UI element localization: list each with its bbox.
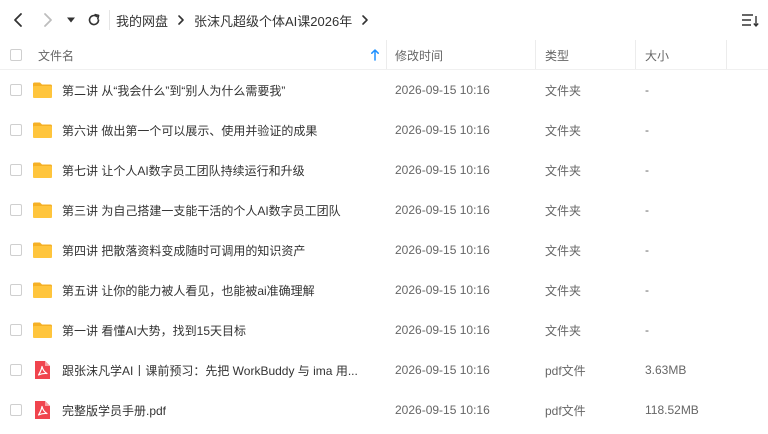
modified-time: 2026-09-15 10:16	[395, 403, 490, 417]
file-row-folder[interactable]: 第七讲 让个人AI数字员工团队持续运行和升级 2026-09-15 10:16 文件…	[0, 150, 768, 190]
toolbar: 我的网盘 张沫凡超级个体AI课2026年	[0, 0, 768, 40]
column-divider[interactable]	[386, 40, 387, 70]
modified-time: 2026-09-15 10:16	[395, 203, 490, 217]
file-name[interactable]: 第三讲 为自己搭建一支能干活的个人AI数字员工团队	[62, 190, 380, 230]
file-name[interactable]: 第五讲 让你的能力被人看见，也能被ai准确理解	[62, 270, 380, 310]
row-checkbox[interactable]	[10, 284, 22, 296]
folder-icon	[32, 120, 53, 140]
column-divider[interactable]	[535, 40, 536, 70]
row-checkbox[interactable]	[10, 204, 22, 216]
file-type: 文件夹	[545, 83, 582, 98]
file-row-folder[interactable]: 第六讲 做出第一个可以展示、使用并验证的成果 2026-09-15 10:16 文件…	[0, 110, 768, 150]
file-type: pdf文件	[545, 363, 586, 378]
column-size-header[interactable]: 大小	[645, 40, 669, 70]
breadcrumb-item-root[interactable]: 我的网盘	[116, 11, 168, 30]
row-checkbox[interactable]	[10, 164, 22, 176]
modified-time: 2026-09-15 10:16	[395, 243, 490, 257]
view-mode-button[interactable]	[740, 10, 760, 30]
file-type: 文件夹	[545, 123, 582, 138]
column-modified-header[interactable]: 修改时间	[395, 40, 443, 70]
list-sort-icon	[742, 14, 759, 28]
modified-time: 2026-09-15 10:16	[395, 163, 490, 177]
refresh-icon	[88, 13, 100, 26]
file-type: 文件夹	[545, 283, 582, 298]
modified-time: 2026-09-15 10:16	[395, 283, 490, 297]
file-row-folder[interactable]: 第二讲 从“我会什么”到“别人为什么需要我” 2026-09-15 10:16 文件…	[0, 70, 768, 110]
file-size: -	[645, 243, 649, 257]
column-type-header[interactable]: 类型	[545, 40, 569, 70]
file-size: -	[645, 163, 649, 177]
chevron-right-icon	[177, 14, 185, 26]
file-row-folder[interactable]: 第五讲 让你的能力被人看见，也能被ai准确理解 2026-09-15 10:16 文…	[0, 270, 768, 310]
back-button[interactable]	[6, 8, 30, 32]
row-checkbox[interactable]	[10, 244, 22, 256]
file-name[interactable]: 跟张沫凡学AI丨课前预习：先把 WorkBuddy 与 ima 用...	[62, 350, 380, 390]
breadcrumb: 我的网盘 张沫凡超级个体AI课2026年	[116, 0, 378, 40]
file-size: -	[645, 123, 649, 137]
file-size: -	[645, 83, 649, 97]
file-type: pdf文件	[545, 403, 586, 418]
history-dropdown-button[interactable]	[62, 8, 80, 32]
file-name[interactable]: 第四讲 把散落资料变成随时可调用的知识资产	[62, 230, 380, 270]
column-divider[interactable]	[635, 40, 636, 70]
refresh-button[interactable]	[82, 8, 106, 32]
sort-ascending-icon[interactable]	[370, 40, 380, 70]
file-name[interactable]: 第六讲 做出第一个可以展示、使用并验证的成果	[62, 110, 380, 150]
chevron-left-icon	[14, 13, 22, 27]
select-all-checkbox[interactable]	[10, 49, 22, 61]
file-name[interactable]: 第一讲 看懂AI大势，找到15天目标	[62, 310, 380, 350]
file-size: 118.52MB	[645, 403, 699, 417]
file-size: -	[645, 283, 649, 297]
modified-time: 2026-09-15 10:16	[395, 123, 490, 137]
file-type: 文件夹	[545, 243, 582, 258]
column-divider[interactable]	[726, 40, 727, 70]
file-size: -	[645, 323, 649, 337]
file-type: 文件夹	[545, 203, 582, 218]
file-name[interactable]: 第二讲 从“我会什么”到“别人为什么需要我”	[62, 70, 380, 110]
file-size: -	[645, 203, 649, 217]
file-row-folder[interactable]: 第一讲 看懂AI大势，找到15天目标 2026-09-15 10:16 文件夹 -	[0, 310, 768, 350]
caret-down-icon	[67, 17, 75, 23]
folder-icon	[32, 280, 53, 300]
chevron-right-icon	[361, 14, 369, 26]
column-name-header[interactable]: 文件名	[38, 40, 74, 70]
folder-icon	[32, 160, 53, 180]
folder-icon	[32, 80, 53, 100]
file-type: 文件夹	[545, 163, 582, 178]
file-row-folder[interactable]: 第三讲 为自己搭建一支能干活的个人AI数字员工团队 2026-09-15 10:1…	[0, 190, 768, 230]
file-name[interactable]: 第七讲 让个人AI数字员工团队持续运行和升级	[62, 150, 380, 190]
file-name[interactable]: 完整版学员手册.pdf	[62, 390, 380, 430]
folder-icon	[32, 240, 53, 260]
row-checkbox[interactable]	[10, 364, 22, 376]
pdf-icon	[32, 360, 53, 380]
folder-icon	[32, 200, 53, 220]
breadcrumb-item-folder[interactable]: 张沫凡超级个体AI课2026年	[194, 11, 352, 30]
pdf-icon	[32, 400, 53, 420]
forward-button[interactable]	[36, 8, 60, 32]
modified-time: 2026-09-15 10:16	[395, 83, 490, 97]
toolbar-divider	[109, 10, 110, 30]
row-checkbox[interactable]	[10, 324, 22, 336]
chevron-right-icon	[44, 13, 52, 27]
file-row-pdf[interactable]: 跟张沫凡学AI丨课前预习：先把 WorkBuddy 与 ima 用... 2026…	[0, 350, 768, 390]
row-checkbox[interactable]	[10, 404, 22, 416]
file-type: 文件夹	[545, 323, 582, 338]
row-checkbox[interactable]	[10, 84, 22, 96]
folder-icon	[32, 320, 53, 340]
row-checkbox[interactable]	[10, 124, 22, 136]
file-row-folder[interactable]: 第四讲 把散落资料变成随时可调用的知识资产 2026-09-15 10:16 文件夹…	[0, 230, 768, 270]
modified-time: 2026-09-15 10:16	[395, 363, 490, 377]
file-row-pdf[interactable]: 完整版学员手册.pdf 2026-09-15 10:16 pdf文件 118.52MB	[0, 390, 768, 430]
file-size: 3.63MB	[645, 363, 687, 377]
column-header: 文件名 修改时间 类型 大小	[0, 40, 768, 70]
modified-time: 2026-09-15 10:16	[395, 323, 490, 337]
